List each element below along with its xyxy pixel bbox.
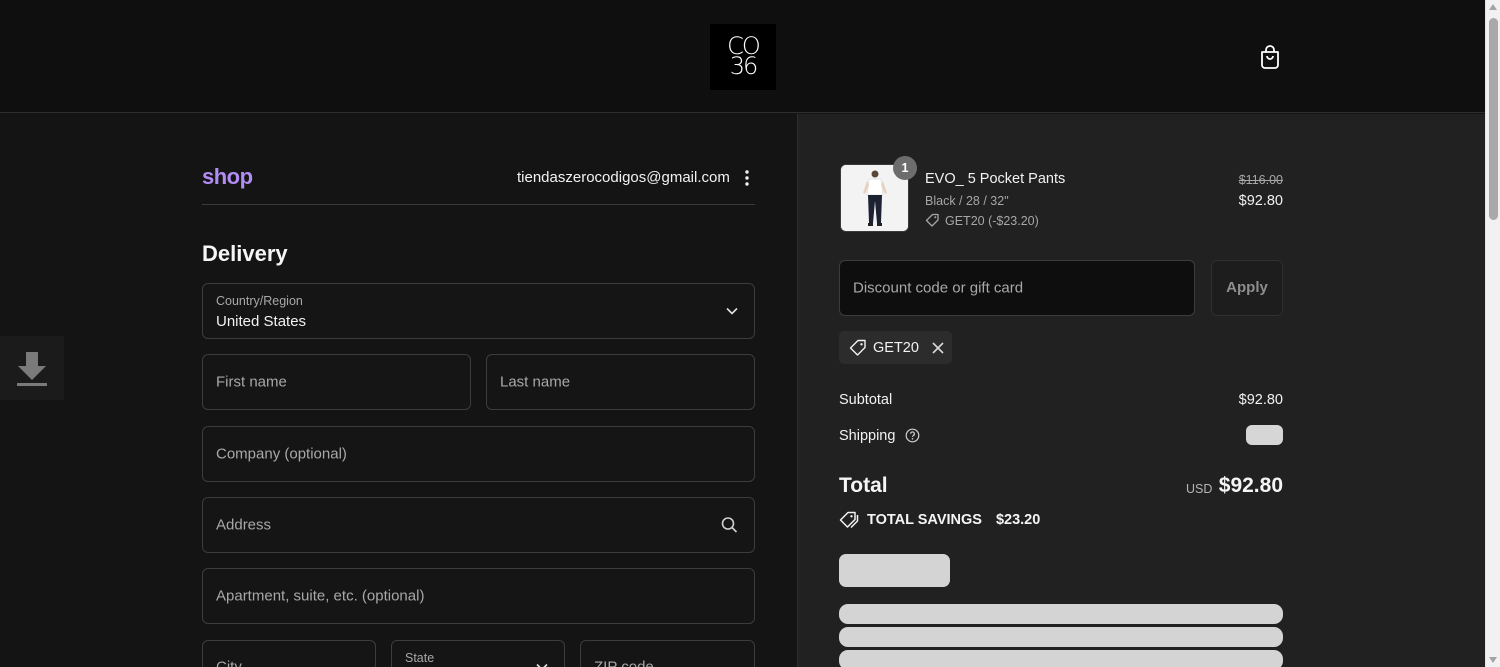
download-icon [17,352,47,386]
city-placeholder: City [216,658,242,667]
chevron-down-icon [726,307,738,315]
discount-code-input[interactable]: Discount code or gift card [839,260,1195,316]
state-label: State [405,651,435,665]
shop-pay-logo: shop [202,164,253,189]
site-header: CO 36 [0,0,1485,113]
first-name-field[interactable]: First name [202,354,471,410]
scroll-up-arrow-icon[interactable] [1489,4,1497,10]
help-icon[interactable] [905,428,920,443]
loading-placeholder [839,604,1283,624]
subtotal-value: $92.80 [1238,392,1283,408]
product-price: $92.80 [1238,193,1283,209]
address-placeholder: Address [216,516,272,534]
first-name-placeholder: First name [216,373,287,391]
loading-placeholder [839,650,1283,667]
country-select[interactable]: Country/Region United States [202,283,755,339]
subtotal-label: Subtotal [839,392,893,408]
savings-value: $23.20 [995,512,1041,528]
last-name-placeholder: Last name [500,373,571,391]
tag-icon [925,213,939,227]
shipping-label: Shipping [839,428,896,444]
logo-text-bottom: 36 [729,52,759,80]
download-widget[interactable] [0,336,64,400]
last-name-field[interactable]: Last name [486,354,755,410]
currency-code: USD [1186,482,1213,496]
loading-placeholder [839,554,950,587]
tag-icon [849,339,866,356]
loading-placeholder [839,627,1283,647]
zip-placeholder: ZIP code [594,658,654,667]
savings-label: TOTAL SAVINGS [867,512,982,528]
close-icon[interactable] [929,339,947,357]
tag-icon [839,511,859,529]
company-field[interactable]: Company (optional) [202,426,755,482]
apartment-field[interactable]: Apartment, suite, etc. (optional) [202,568,755,624]
kebab-menu-icon [745,170,749,186]
chevron-down-icon [536,663,548,667]
address-field[interactable]: Address [202,497,755,553]
discount-placeholder: Discount code or gift card [853,279,1024,297]
account-menu-button[interactable] [740,168,754,188]
apartment-placeholder: Apartment, suite, etc. (optional) [216,587,425,605]
search-icon [721,517,738,533]
country-value: United States [216,313,307,330]
product-discount-text: GET20 (-$23.20) [945,213,1039,228]
city-field[interactable]: City [202,640,376,667]
total-value: $92.80 [1218,474,1283,497]
cart-button[interactable] [1256,43,1284,71]
shipping-loading-placeholder [1246,425,1283,445]
store-logo[interactable]: CO 36 [710,24,776,90]
page-scrollbar[interactable] [1485,0,1500,667]
shopping-bag-icon [1261,45,1279,69]
quantity-badge: 1 [893,156,917,180]
zip-field[interactable]: ZIP code [580,640,755,667]
country-label: Country/Region [216,294,303,308]
state-select[interactable]: State [391,640,565,667]
applied-code-text: GET20 [873,339,919,356]
scrollbar-thumb[interactable] [1489,18,1498,220]
account-divider [202,204,755,205]
apply-discount-button[interactable]: Apply [1211,260,1283,316]
original-price: $116.00 [1238,173,1283,187]
product-name: EVO_ 5 Pocket Pants [925,171,1066,187]
company-placeholder: Company (optional) [216,445,347,463]
product-discount: GET20 (-$23.20) [925,213,1039,228]
total-label: Total [839,474,888,497]
total-savings: TOTAL SAVINGS $23.20 [839,511,1040,529]
delivery-heading: Delivery [202,241,288,266]
account-email: tiendaszerocodigos@gmail.com [517,169,730,186]
product-variant: Black / 28 / 32" [925,194,1009,208]
applied-discount-chip: GET20 [839,331,952,364]
scroll-down-arrow-icon[interactable] [1489,657,1497,663]
